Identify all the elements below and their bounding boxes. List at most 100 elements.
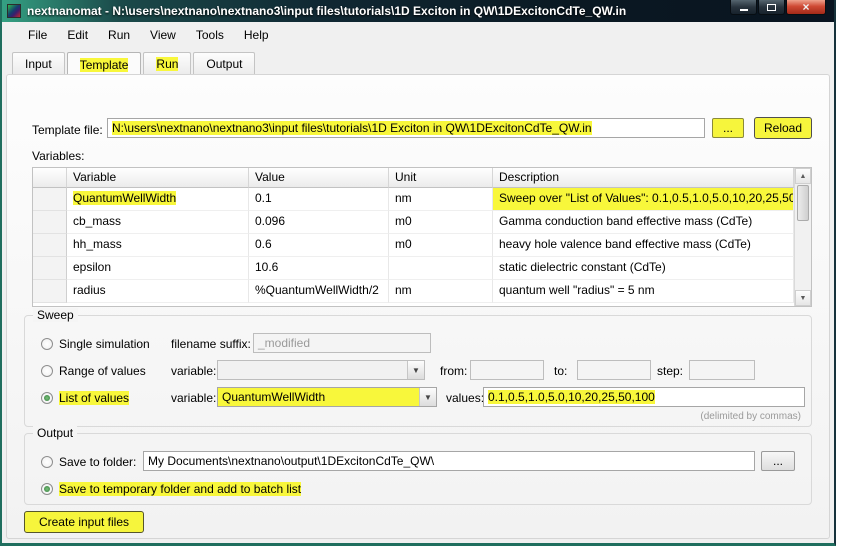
maximize-button[interactable] [758,0,785,15]
cell-variable[interactable]: hh_mass [67,234,249,257]
row-selector[interactable] [33,188,67,211]
range-of-values-label[interactable]: Range of values [59,364,146,378]
cell-variable[interactable]: radius [67,280,249,303]
save-to-temp-label[interactable]: Save to temporary folder and add to batc… [59,482,301,496]
table-header-row: Variable Value Unit Description [33,168,794,188]
scrollbar-track[interactable] [795,222,811,290]
menu-run[interactable]: Run [98,24,140,46]
app-icon [7,4,21,18]
template-browse-button[interactable]: ... [712,118,744,138]
cell-value[interactable]: %QuantumWellWidth/2 [249,280,389,303]
row-selector[interactable] [33,280,67,303]
values-label: values: [446,391,484,405]
range-variable-select: ▼ [217,360,425,380]
menu-tools[interactable]: Tools [186,24,234,46]
menubar: File Edit Run View Tools Help [2,22,834,48]
menu-edit[interactable]: Edit [57,24,98,46]
header-description[interactable]: Description [493,168,794,188]
cell-description[interactable]: Sweep over "List of Values": 0.1,0.5,1.0… [493,188,794,211]
list-variable-select[interactable]: QuantumWellWidth ▼ [217,387,437,407]
output-group-title: Output [33,426,77,440]
sweep-group: Sweep Single simulation filename suffix:… [24,315,812,427]
app-window: nextnanomat - N:\users\nextnano\nextnano… [0,0,836,546]
output-browse-button[interactable]: ... [761,451,795,471]
save-to-folder-radio[interactable] [41,456,53,468]
row-selector[interactable] [33,211,67,234]
scroll-up-icon[interactable]: ▲ [795,168,811,184]
single-simulation-label[interactable]: Single simulation [59,337,150,351]
list-of-values-radio[interactable] [41,392,53,404]
cell-unit[interactable] [389,257,493,280]
cell-description[interactable]: heavy hole valence band effective mass (… [493,234,794,257]
list-of-values-label[interactable]: List of values [59,391,129,405]
delimited-hint: (delimited by commas) [700,411,801,422]
scrollbar-thumb[interactable] [797,185,809,221]
header-rowselector [33,168,67,188]
template-file-input[interactable]: N:\users\nextnano\nextnano3\input files\… [107,118,705,138]
table-row[interactable]: QuantumWellWidth 0.1 nm Sweep over "List… [33,188,794,211]
row-selector[interactable] [33,234,67,257]
tabstrip: Input Template Run Output [2,48,834,74]
table-row[interactable]: cb_mass 0.096 m0 Gamma conduction band e… [33,211,794,234]
close-icon: × [802,2,809,12]
cell-unit[interactable]: m0 [389,234,493,257]
minimize-icon [740,9,748,11]
menu-view[interactable]: View [140,24,186,46]
tab-template[interactable]: Template [67,52,142,75]
cell-value[interactable]: 10.6 [249,257,389,280]
variables-label: Variables: [32,149,84,163]
cell-description[interactable]: Gamma conduction band effective mass (Cd… [493,211,794,234]
menu-file[interactable]: File [18,24,57,46]
window-title: nextnanomat - N:\users\nextnano\nextnano… [27,4,626,18]
maximize-icon [767,4,776,11]
step-input [689,360,755,380]
cell-description[interactable]: static dielectric constant (CdTe) [493,257,794,280]
cell-unit[interactable]: nm [389,280,493,303]
cell-description[interactable]: quantum well "radius" = 5 nm [493,280,794,303]
scroll-down-icon[interactable]: ▼ [795,290,811,306]
variables-grid: Variable Value Unit Description QuantumW… [33,168,794,306]
cell-unit[interactable]: m0 [389,211,493,234]
from-input [470,360,544,380]
range-of-values-radio[interactable] [41,365,53,377]
cell-value[interactable]: 0.6 [249,234,389,257]
tab-output[interactable]: Output [193,52,255,74]
create-input-files-button[interactable]: Create input files [24,511,144,533]
table-vertical-scrollbar[interactable]: ▲ ▼ [794,168,811,306]
filename-suffix-input: _modified [253,333,431,353]
menu-help[interactable]: Help [234,24,279,46]
cell-variable[interactable]: epsilon [67,257,249,280]
tab-input[interactable]: Input [12,52,65,74]
chevron-down-icon: ▼ [419,388,436,406]
minimize-button[interactable] [730,0,757,15]
step-label: step: [657,364,683,378]
chevron-down-icon: ▼ [407,361,424,379]
values-input[interactable]: 0.1,0.5,1.0,5.0,10,20,25,50,100 [483,387,805,407]
cell-variable[interactable]: QuantumWellWidth [67,188,249,211]
reload-button[interactable]: Reload [754,117,812,139]
cell-variable[interactable]: cb_mass [67,211,249,234]
header-value[interactable]: Value [249,168,389,188]
header-unit[interactable]: Unit [389,168,493,188]
template-file-label: Template file: [32,123,103,137]
output-group: Output Save to folder: My Documents\next… [24,433,812,505]
variables-table: Variable Value Unit Description QuantumW… [32,167,812,307]
output-folder-input[interactable]: My Documents\nextnano\output\1DExcitonCd… [143,451,755,471]
cell-value[interactable]: 0.1 [249,188,389,211]
single-simulation-radio[interactable] [41,338,53,350]
table-row[interactable]: epsilon 10.6 static dielectric constant … [33,257,794,280]
filename-suffix-label: filename suffix: [171,337,251,351]
close-button[interactable]: × [786,0,826,15]
row-selector[interactable] [33,257,67,280]
save-to-folder-label[interactable]: Save to folder: [59,455,136,469]
save-to-temp-radio[interactable] [41,483,53,495]
titlebar[interactable]: nextnanomat - N:\users\nextnano\nextnano… [2,0,834,22]
cell-value[interactable]: 0.096 [249,211,389,234]
cell-unit[interactable]: nm [389,188,493,211]
header-variable[interactable]: Variable [67,168,249,188]
window-controls: × [729,0,826,15]
table-row[interactable]: radius %QuantumWellWidth/2 nm quantum we… [33,280,794,303]
tab-run[interactable]: Run [143,52,191,74]
table-row[interactable]: hh_mass 0.6 m0 heavy hole valence band e… [33,234,794,257]
list-variable-label: variable: [171,391,216,405]
